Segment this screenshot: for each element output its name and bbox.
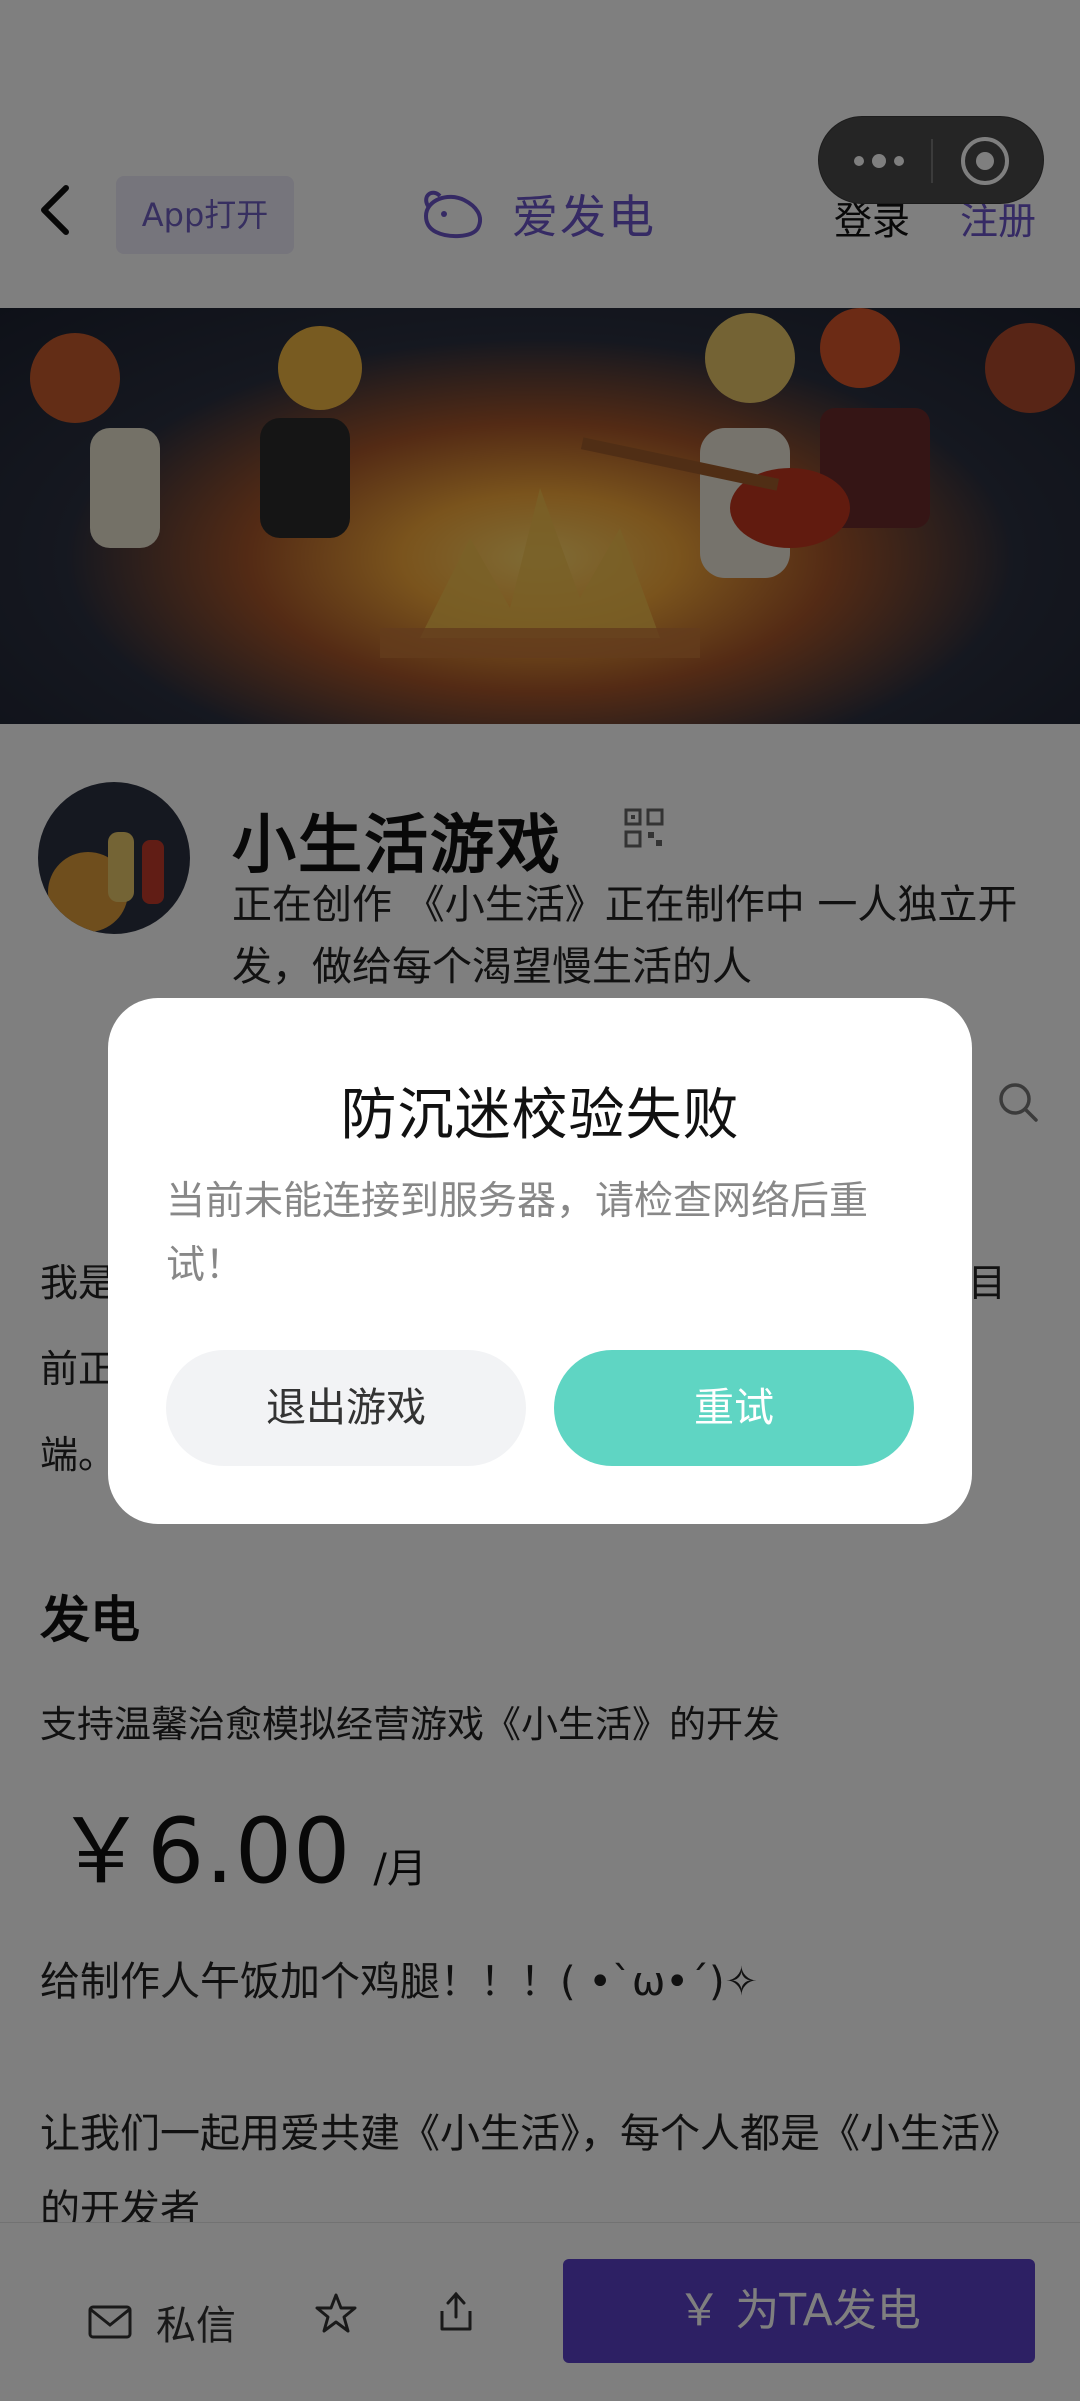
anti-addiction-error-dialog: 防沉迷校验失败 当前未能连接到服务器，请检查网络后重试！ 退出游戏 重试 xyxy=(108,998,972,1524)
exit-game-button[interactable]: 退出游戏 xyxy=(166,1350,526,1466)
dialog-title: 防沉迷校验失败 xyxy=(340,1083,740,1148)
retry-button[interactable]: 重试 xyxy=(554,1350,914,1466)
dialog-message: 当前未能连接到服务器，请检查网络后重试！ xyxy=(166,1179,869,1288)
